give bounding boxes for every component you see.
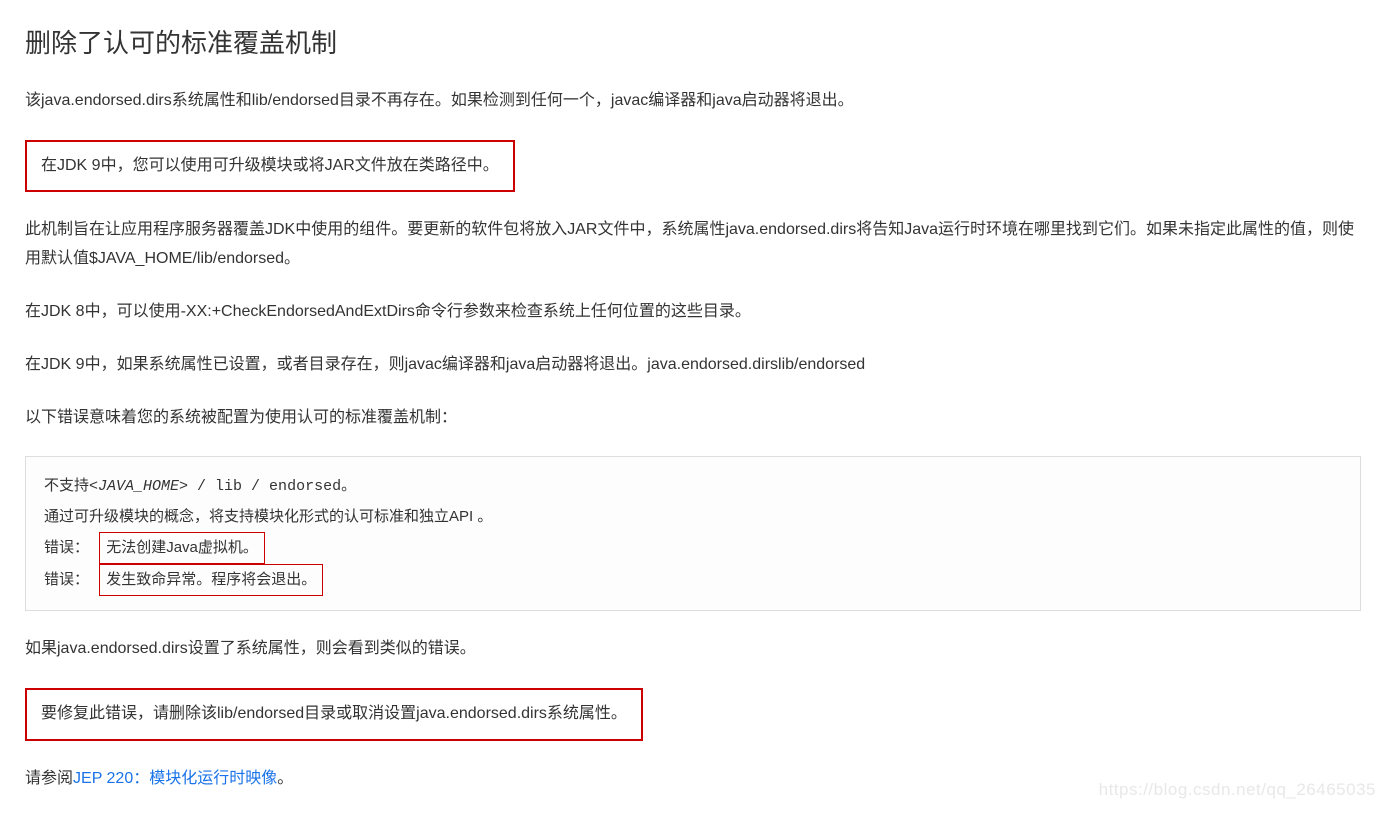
paragraph-mechanism: 此机制旨在让应用程序服务器覆盖JDK中使用的组件。要更新的软件包将放入JAR文件… (25, 216, 1361, 274)
error-message-1: 无法创建Java虚拟机。 (99, 532, 265, 564)
code-line-2: 通过可升级模块的概念，将支持模块化形式的认可标准和独立API 。 (44, 502, 1342, 532)
error-line-2: 错误： 发生致命异常。程序将会退出。 (44, 564, 1342, 596)
paragraph-similar-error: 如果java.endorsed.dirs设置了系统属性，则会看到类似的错误。 (25, 635, 1361, 664)
reference-prefix: 请参阅 (25, 770, 73, 787)
error-code-block: 不支持<JAVA_HOME> / lib / endorsed。 通过可升级模块… (25, 456, 1361, 611)
jep-220-link[interactable]: JEP 220：模块化运行时映像 (73, 770, 277, 787)
paragraph-jdk9-exit: 在JDK 9中，如果系统属性已设置，或者目录存在，则javac编译器和java启… (25, 351, 1361, 380)
error-label-1: 错误： (44, 539, 89, 556)
paragraph-jdk8: 在JDK 8中，可以使用-XX:+CheckEndorsedAndExtDirs… (25, 298, 1361, 327)
section-heading: 删除了认可的标准覆盖机制 (25, 20, 1361, 67)
reference-suffix: 。 (277, 770, 293, 787)
code-line-1-prefix: 不支持 (44, 477, 89, 494)
highlighted-note-jdk9: 在JDK 9中，您可以使用可升级模块或将JAR文件放在类路径中。 (25, 140, 515, 193)
code-line-1-suffix: / lib / endorsed。 (188, 478, 356, 495)
watermark-text: https://blog.csdn.net/qq_26465035 (1099, 775, 1376, 806)
paragraph-error-intro: 以下错误意味着您的系统被配置为使用认可的标准覆盖机制： (25, 404, 1361, 433)
code-line-1: 不支持<JAVA_HOME> / lib / endorsed。 (44, 471, 1342, 502)
code-line-1-italic: <JAVA_HOME> (89, 478, 188, 495)
error-line-1: 错误： 无法创建Java虚拟机。 (44, 532, 1342, 564)
paragraph-intro: 该java.endorsed.dirs系统属性和lib/endorsed目录不再… (25, 87, 1361, 116)
highlighted-note-fix: 要修复此错误，请删除该lib/endorsed目录或取消设置java.endor… (25, 688, 643, 741)
error-message-2: 发生致命异常。程序将会退出。 (99, 564, 323, 596)
error-label-2: 错误： (44, 571, 89, 588)
